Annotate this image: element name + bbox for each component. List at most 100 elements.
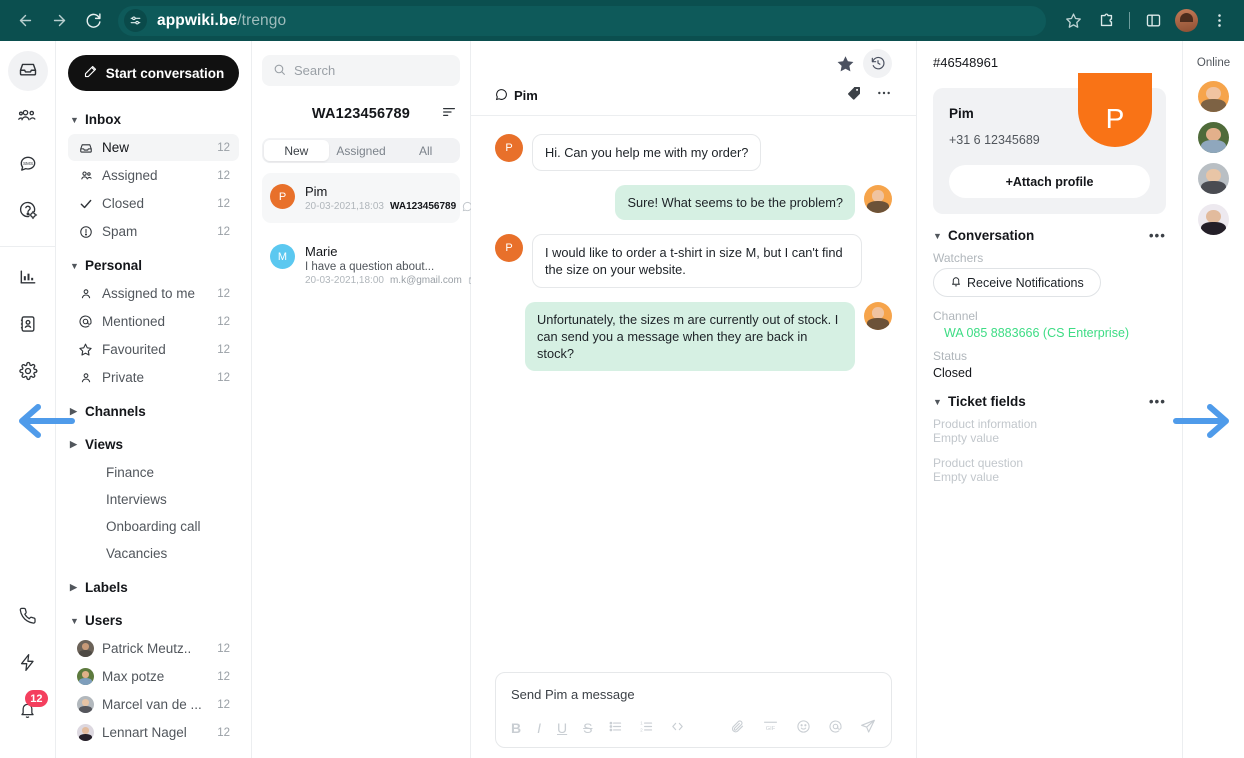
three-dot-menu-icon[interactable]: ••• [1149,394,1166,409]
send-icon[interactable] [860,718,876,737]
sidebar-section-labels[interactable]: ▶ Labels [68,575,239,600]
bullet-list-icon[interactable] [608,719,623,737]
ticket-field-value[interactable]: Empty value [933,431,1166,445]
sidebar-item-favourited[interactable]: Favourited 12 [68,336,239,363]
tab-assigned[interactable]: Assigned [329,140,394,161]
sidebar-item-new[interactable]: New 12 [68,134,239,161]
rail-item-automation[interactable] [8,645,48,685]
gif-icon[interactable]: GIF [762,719,779,737]
puzzle-icon[interactable] [1091,6,1121,36]
sidebar-view-vacancies[interactable]: Vacancies [68,540,239,567]
rail-item-voice[interactable] [8,598,48,638]
start-conversation-button[interactable]: Start conversation [68,55,239,91]
sidebar-item-count: 12 [217,225,230,238]
sidebar-view-finance[interactable]: Finance [68,459,239,486]
message-bubble: Sure! What seems to be the problem? [615,185,855,221]
chevron-right-icon: ▶ [70,406,77,416]
browser-profile-avatar[interactable] [1171,6,1201,36]
search-input[interactable]: Search [262,55,460,86]
sidebar-view-interviews[interactable]: Interviews [68,486,239,513]
status-value[interactable]: Closed [933,366,1166,380]
rail-item-teams[interactable] [8,98,48,138]
conversation-time: 20-03-2021,18:00 [305,275,384,286]
online-avatar-3[interactable] [1198,163,1229,194]
message-composer[interactable]: Send Pim a message B I U S 12 GIF [495,672,892,748]
history-revert-icon[interactable] [863,48,892,78]
rail-item-inbox[interactable] [7,51,48,91]
underline-button[interactable]: U [557,720,567,736]
gear-icon [18,361,38,386]
sidebar-item-label: Private [102,370,145,385]
channel-label: Channel [933,309,978,323]
conversation-row-pim[interactable]: P Pim 20-03-2021,18:03 WA123456789 [262,173,473,223]
composer-placeholder: Send Pim a message [511,687,635,702]
code-icon[interactable] [670,719,685,737]
italic-button[interactable]: I [537,720,541,736]
exclamation-circle-icon [78,225,93,239]
forward-arrow-icon[interactable] [44,6,74,36]
conversation-list-header: WA123456789 [262,94,460,134]
tab-all[interactable]: All [393,140,458,161]
sidebar-item-spam[interactable]: Spam 12 [68,218,239,245]
sidebar-section-users[interactable]: ▼ Users [68,608,239,633]
online-avatar-1[interactable] [1198,81,1229,112]
sidebar-item-assigned-to-me[interactable]: Assigned to me 12 [68,280,239,307]
avatar: P [270,184,295,209]
sidebar-section-inbox[interactable]: ▼ Inbox [68,107,239,132]
chat-contact-name: Pim [514,88,538,103]
three-dot-menu-icon[interactable]: ••• [1149,228,1166,243]
address-bar[interactable]: appwiki.be/trengo [118,5,1046,36]
sidebar-user-marcel[interactable]: Marcel van de ... 12 [68,691,239,718]
three-dot-menu-icon[interactable] [876,85,892,106]
details-section-ticket-fields[interactable]: ▼ Ticket fields ••• [933,394,1166,409]
rail-item-contacts[interactable] [8,306,48,346]
details-panel: #46548961 P Pim +31 6 12345689 +Attach p… [917,41,1183,758]
star-filled-icon[interactable] [836,54,855,73]
sidebar-item-closed[interactable]: Closed 12 [68,190,239,217]
rail-item-help-center[interactable] [8,192,48,232]
sidebar-view-onboarding-call[interactable]: Onboarding call [68,513,239,540]
receive-notifications-button[interactable]: Receive Notifications [933,268,1101,297]
attach-profile-button[interactable]: +Attach profile [949,165,1150,198]
online-avatar-2[interactable] [1198,122,1229,153]
strikethrough-button[interactable]: S [583,720,592,736]
details-section-conversation[interactable]: ▼ Conversation ••• [933,228,1166,243]
sidebar-item-assigned[interactable]: Assigned 12 [68,162,239,189]
star-icon[interactable] [1058,6,1088,36]
sidebar-section-views[interactable]: ▶ Views [68,432,239,457]
sidebar-view-label: Vacancies [106,546,168,561]
channel-value[interactable]: WA 085 8883666 (CS Enterprise) [933,326,1166,340]
sidebar-item-count: 12 [217,371,230,384]
sort-icon[interactable] [441,104,457,125]
back-arrow-icon[interactable] [10,6,40,36]
ticket-field-value[interactable]: Empty value [933,470,1166,484]
at-icon[interactable] [828,719,843,737]
bold-button[interactable]: B [511,720,521,736]
app-root: SMS 12 Start conversation ▼ Inbox New 12… [0,41,1244,758]
sidebar-section-personal[interactable]: ▼ Personal [68,253,239,278]
sidebar-user-max[interactable]: Max potze 12 [68,663,239,690]
reload-icon[interactable] [78,6,108,36]
smiley-icon[interactable] [796,719,811,737]
conversation-name: Marie [305,244,338,259]
rail-item-reports[interactable] [8,259,48,299]
paperclip-icon[interactable] [730,719,745,737]
sidebar-user-patrick[interactable]: Patrick Meutz.. 12 [68,635,239,662]
rail-item-settings[interactable] [8,353,48,393]
check-icon [78,197,93,211]
conversation-row-marie[interactable]: M Marie I have a question about... 20-03… [262,233,478,297]
page-settings-icon[interactable] [124,9,147,32]
sidebar-item-mentioned[interactable]: Mentioned 12 [68,308,239,335]
tab-new[interactable]: New [264,140,329,161]
sidebar-section-channels[interactable]: ▶ Channels [68,399,239,424]
tag-icon[interactable] [846,85,862,106]
sidebar-item-private[interactable]: Private 12 [68,364,239,391]
sidebar-user-lennart[interactable]: Lennart Nagel 12 [68,719,239,746]
rail-item-sms[interactable]: SMS [8,145,48,185]
numbered-list-icon[interactable]: 12 [639,719,654,737]
rail-item-notifications[interactable]: 12 [8,690,48,732]
lightning-bolt-icon [18,653,37,677]
side-panel-icon[interactable] [1138,6,1168,36]
online-avatar-4[interactable] [1198,204,1229,235]
three-dot-menu-icon[interactable] [1204,6,1234,36]
